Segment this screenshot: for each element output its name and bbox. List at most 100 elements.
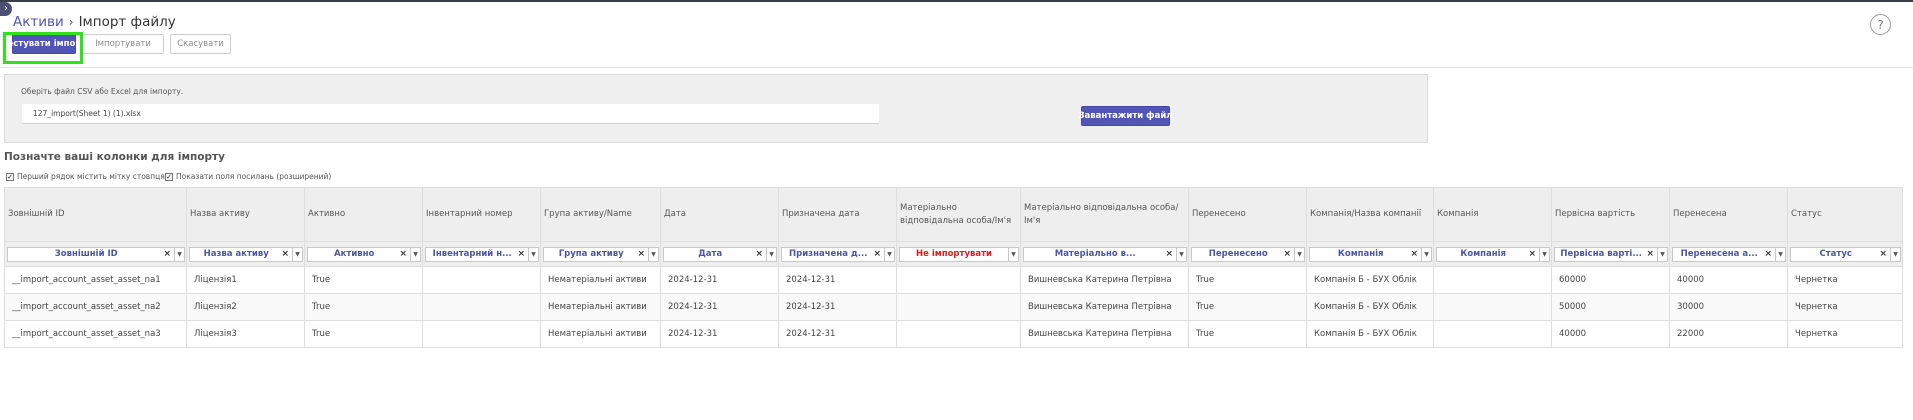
field-select[interactable]: Дата × ▼ (663, 246, 777, 262)
help-icon[interactable]: ? (1870, 14, 1891, 35)
column-mapping-cell: Група активу × ▼ (540, 241, 661, 267)
field-select-value: Компанія (1337, 249, 1384, 259)
table-cell: 2024-12-31 (660, 320, 779, 348)
chevron-down-icon[interactable]: ▼ (885, 246, 895, 262)
chevron-down-icon[interactable]: ▼ (649, 246, 659, 262)
table-cell: 50000 (1551, 293, 1670, 321)
field-select[interactable]: Не імпортувати ▼ (899, 246, 1019, 262)
chevron-down-icon[interactable]: ▼ (529, 246, 539, 262)
field-select-value: Зовнішній ID (54, 249, 118, 259)
clear-icon[interactable]: × (1410, 249, 1418, 259)
field-select-box[interactable]: Статус × (1790, 246, 1891, 262)
column-mapping-cell: Назва активу × ▼ (186, 241, 305, 267)
field-select[interactable]: Компанія × ▼ (1309, 246, 1432, 262)
field-select[interactable]: Перенесено × ▼ (1191, 246, 1305, 262)
field-select[interactable]: Призначена д... × ▼ (781, 246, 895, 262)
import-button[interactable]: Імпортувати (82, 34, 164, 54)
table-cell: True (1188, 320, 1307, 348)
chevron-down-icon[interactable]: ▼ (293, 246, 303, 262)
cancel-button[interactable]: Скасувати (170, 34, 231, 54)
file-name-field[interactable]: 127_import(Sheet 1) (1).xlsx (22, 104, 879, 124)
chevron-down-icon[interactable]: ▼ (1658, 246, 1668, 262)
table-cell: Нематеріальні активи (540, 266, 661, 294)
field-select-box[interactable]: Назва активу × (189, 246, 293, 262)
field-select-box[interactable]: Матеріально в... × (1023, 246, 1177, 262)
table-cell: Вишневська Катерина Петрівна (1020, 320, 1189, 348)
clear-icon[interactable]: × (1646, 249, 1654, 259)
clear-icon[interactable]: × (1879, 249, 1887, 259)
chevron-down-icon[interactable]: ▼ (411, 246, 421, 262)
chevron-down-icon[interactable]: ▼ (1776, 246, 1786, 262)
chevron-down-icon[interactable]: ▼ (1891, 246, 1901, 262)
checkbox-checked-icon[interactable]: ✓ (165, 172, 173, 181)
option-advanced-row[interactable]: ✓ Показати поля посилань (розширений) (165, 172, 331, 181)
clear-icon[interactable]: × (1764, 249, 1772, 259)
column-mapping-cell: Не імпортувати ▼ (896, 241, 1021, 267)
field-select-box[interactable]: Дата × (663, 246, 767, 262)
chevron-down-icon[interactable]: ▼ (1422, 246, 1432, 262)
clear-icon[interactable]: × (755, 249, 763, 259)
field-select[interactable]: Первісна варті... × ▼ (1554, 246, 1668, 262)
column-mapping-cell: Перенесено × ▼ (1188, 241, 1307, 267)
breadcrumb-assets-link[interactable]: Активи (13, 14, 64, 30)
clear-icon[interactable]: × (517, 249, 525, 259)
clear-icon[interactable]: × (1528, 249, 1536, 259)
column-header: Група активу/Name (540, 187, 661, 242)
table-cell: 40000 (1669, 266, 1788, 294)
field-select[interactable]: Статус × ▼ (1790, 246, 1901, 262)
field-select-box[interactable]: Не імпортувати (899, 246, 1009, 262)
table-cell: Ліцензія3 (186, 320, 305, 348)
table-cell: Компанія Б - БУХ Облік (1306, 266, 1434, 294)
chevron-down-icon[interactable]: ▼ (175, 246, 185, 262)
checkbox-checked-icon[interactable]: ✓ (6, 172, 14, 181)
chevron-down-icon[interactable]: ▼ (1540, 246, 1550, 262)
field-select-box[interactable]: Первісна варті... × (1554, 246, 1658, 262)
field-select[interactable]: Перенесена а... × ▼ (1672, 246, 1786, 262)
column-header: Матеріально відповідальна особа/Ім'я (896, 187, 1021, 242)
control-panel: Активи › Імпорт файлу Тестувати імпорт І… (0, 2, 1913, 68)
table-cell: Ліцензія1 (186, 266, 305, 294)
field-select-box[interactable]: Перенесено × (1191, 246, 1295, 262)
chevron-down-icon[interactable]: ▼ (1177, 246, 1187, 262)
upload-file-button[interactable]: Завантажити файл (1078, 106, 1173, 126)
clear-icon[interactable]: × (163, 249, 171, 259)
column-header: Перенесена (1669, 187, 1788, 242)
table-cell: True (304, 293, 423, 321)
table-row: __import_account_asset_asset_na2 Ліцензія… (4, 293, 1903, 321)
chevron-down-icon[interactable]: ▼ (1295, 246, 1305, 262)
clear-icon[interactable]: × (281, 249, 289, 259)
field-select-box[interactable]: Компанія × (1309, 246, 1422, 262)
field-select[interactable]: Матеріально в... × ▼ (1023, 246, 1187, 262)
field-select[interactable]: Назва активу × ▼ (189, 246, 303, 262)
option-header-row[interactable]: ✓ Перший рядок містить мітку стовпця (6, 172, 165, 181)
table-cell: 2024-12-31 (660, 293, 779, 321)
clear-icon[interactable]: × (1165, 249, 1173, 259)
chevron-down-icon[interactable]: ▼ (1009, 246, 1019, 262)
table-cell: 40000 (1551, 320, 1670, 348)
clear-icon[interactable]: × (873, 249, 881, 259)
table-cell: True (304, 320, 423, 348)
field-select-box[interactable]: Активно × (307, 246, 411, 262)
table-cell: 2024-12-31 (660, 266, 779, 294)
column-header: Зовнішній ID (4, 187, 187, 242)
field-select[interactable]: Компанія × ▼ (1436, 246, 1550, 262)
clear-icon[interactable]: × (399, 249, 407, 259)
field-select-box[interactable]: Призначена д... × (781, 246, 885, 262)
table-cell: True (1188, 266, 1307, 294)
field-select-box[interactable]: Група активу × (543, 246, 649, 262)
clear-icon[interactable]: × (1283, 249, 1291, 259)
field-select[interactable]: Група активу × ▼ (543, 246, 659, 262)
table-cell: 30000 (1669, 293, 1788, 321)
option-advanced-label: Показати поля посилань (розширений) (176, 172, 332, 181)
column-header: Інвентарний номер (422, 187, 541, 242)
field-select[interactable]: Активно × ▼ (307, 246, 421, 262)
clear-icon[interactable]: × (637, 249, 645, 259)
field-select-box[interactable]: Перенесена а... × (1672, 246, 1776, 262)
field-select[interactable]: Інвентарний н... × ▼ (425, 246, 539, 262)
chevron-down-icon[interactable]: ▼ (767, 246, 777, 262)
field-select-box[interactable]: Зовнішній ID × (7, 246, 175, 262)
field-select-value: Первісна варті... (1560, 249, 1643, 259)
field-select[interactable]: Зовнішній ID × ▼ (7, 246, 185, 262)
field-select-box[interactable]: Інвентарний н... × (425, 246, 529, 262)
field-select-box[interactable]: Компанія × (1436, 246, 1540, 262)
